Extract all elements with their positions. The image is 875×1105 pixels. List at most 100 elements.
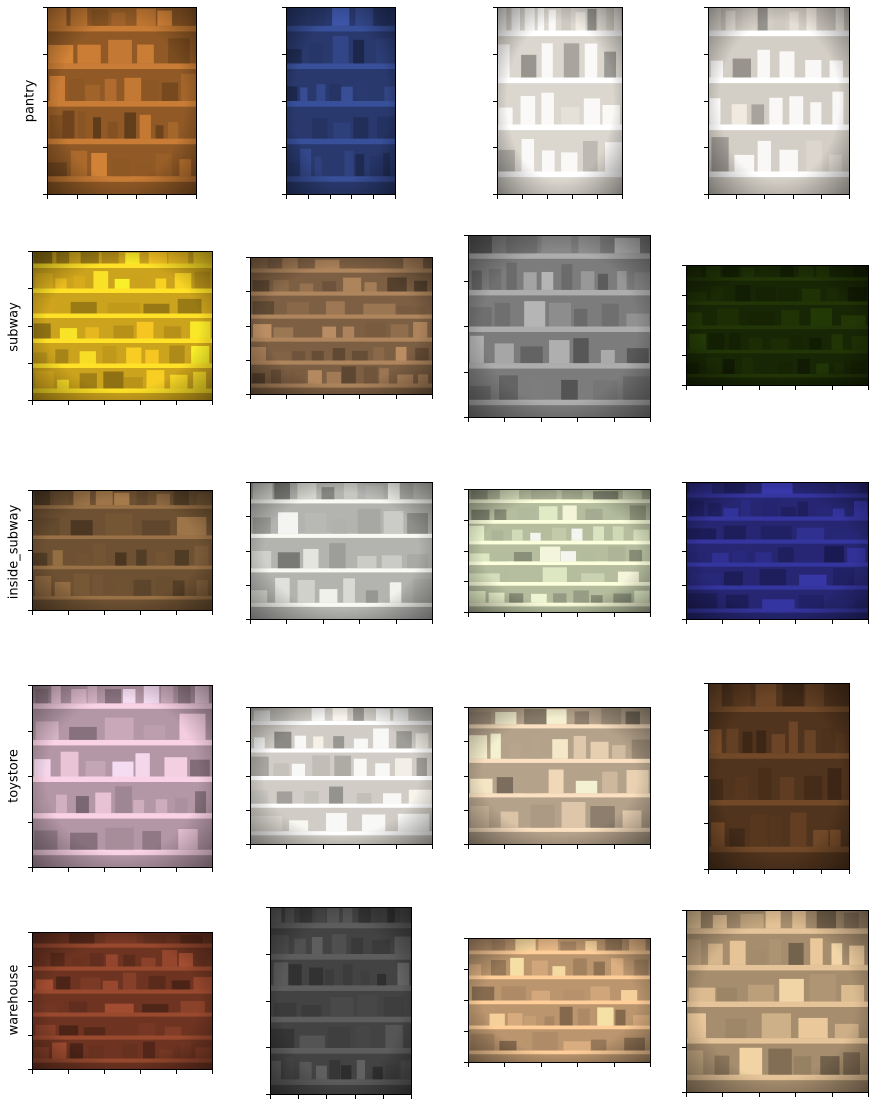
y-tick [246, 741, 250, 742]
y-tick [28, 1069, 32, 1070]
y-tick [682, 265, 686, 266]
y-tick [464, 417, 468, 418]
x-tick [622, 195, 623, 199]
y-tick [493, 194, 497, 195]
y-tick [464, 551, 468, 552]
row-label-subway: subway [6, 302, 22, 352]
y-tick [246, 482, 250, 483]
y-tick [682, 910, 686, 911]
photo-panel-subway-4 [682, 265, 869, 390]
y-tick [704, 823, 708, 824]
x-tick [759, 1093, 760, 1097]
x-tick [373, 195, 374, 199]
x-tick [650, 1063, 651, 1067]
y-tick [704, 683, 708, 684]
photo-japanese-toy-shop [32, 685, 213, 868]
y-tick [682, 516, 686, 517]
y-tick [682, 956, 686, 957]
photo-panel-toystore-3 [464, 707, 651, 849]
x-tick [140, 1070, 141, 1074]
y-tick [682, 1001, 686, 1002]
x-tick [504, 418, 505, 422]
x-tick [432, 620, 433, 624]
x-tick [577, 845, 578, 849]
photo-wooden-corridor [686, 910, 869, 1093]
y-tick [28, 610, 32, 611]
photo-violinist-bw [468, 235, 651, 418]
y-tick [682, 585, 686, 586]
x-tick [577, 418, 578, 422]
x-tick [323, 620, 324, 624]
x-tick [351, 195, 352, 199]
x-tick [104, 611, 105, 615]
x-tick [650, 418, 651, 422]
x-tick [722, 1093, 723, 1097]
x-tick [504, 613, 505, 617]
x-tick [166, 195, 167, 199]
x-tick [795, 620, 796, 624]
x-tick [541, 1063, 542, 1067]
y-tick [682, 295, 686, 296]
y-tick [266, 1001, 270, 1002]
x-tick [793, 870, 794, 874]
y-tick [28, 400, 32, 401]
y-tick [682, 482, 686, 483]
y-tick [43, 101, 47, 102]
y-tick [43, 7, 47, 8]
x-tick [396, 620, 397, 624]
photo-yellow-train [32, 251, 213, 401]
x-tick [196, 195, 197, 199]
photo-paper-rolls-forklift [468, 938, 651, 1063]
y-tick [464, 938, 468, 939]
y-tick [682, 325, 686, 326]
x-tick [176, 1070, 177, 1074]
x-tick [764, 195, 765, 199]
x-tick [821, 195, 822, 199]
x-tick [323, 395, 324, 399]
x-tick [107, 195, 108, 199]
x-tick [541, 418, 542, 422]
x-tick [286, 395, 287, 399]
x-tick [250, 395, 251, 399]
row-label-toystore: toystore [6, 749, 22, 803]
y-tick [493, 7, 497, 8]
x-tick [868, 1093, 869, 1097]
x-tick [383, 1095, 384, 1099]
photo-panel-inside_subway-4 [682, 482, 869, 624]
photo-stock-aisle [270, 907, 412, 1095]
x-tick [330, 195, 331, 199]
photo-panel-pantry-3 [493, 7, 623, 199]
photo-model-train-display [468, 707, 651, 845]
x-tick [541, 613, 542, 617]
x-tick [793, 195, 794, 199]
x-tick [468, 418, 469, 422]
y-tick [246, 619, 250, 620]
y-tick [282, 54, 286, 55]
x-tick [468, 845, 469, 849]
x-tick [868, 386, 869, 390]
y-tick [464, 1062, 468, 1063]
x-tick [722, 386, 723, 390]
photo-ornate-station-platform [250, 257, 433, 395]
y-tick [28, 363, 32, 364]
x-tick [650, 845, 651, 849]
x-tick [308, 195, 309, 199]
photo-panel-inside_subway-2 [246, 482, 433, 624]
y-tick [704, 147, 708, 148]
y-tick [704, 869, 708, 870]
x-tick [541, 845, 542, 849]
y-tick [704, 7, 708, 8]
x-tick [832, 620, 833, 624]
x-tick [614, 613, 615, 617]
x-tick [298, 1095, 299, 1099]
y-tick [28, 776, 32, 777]
x-tick [396, 395, 397, 399]
y-tick [246, 551, 250, 552]
x-tick [468, 613, 469, 617]
x-tick [212, 1070, 213, 1074]
photo-panel-warehouse-4 [682, 910, 869, 1097]
y-tick [282, 101, 286, 102]
x-tick [176, 868, 177, 872]
photo-pallet-racking [32, 932, 213, 1070]
x-tick [759, 386, 760, 390]
